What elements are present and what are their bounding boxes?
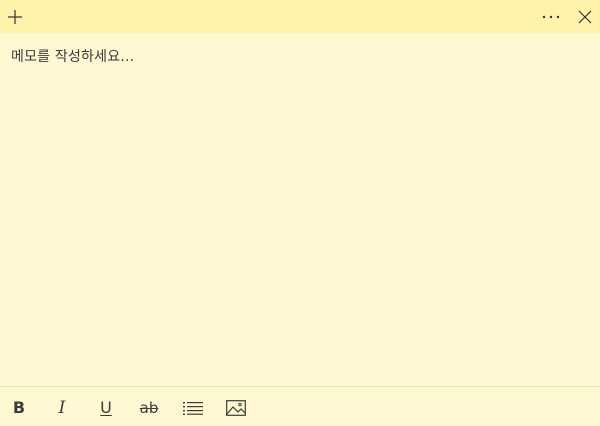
plus-icon xyxy=(8,9,22,24)
close-button[interactable] xyxy=(570,0,600,33)
bulleted-list-button[interactable] xyxy=(178,393,208,423)
bold-button[interactable]: B xyxy=(4,393,34,423)
title-bar xyxy=(0,0,600,33)
image-icon xyxy=(226,400,246,416)
formatting-toolbar: B I U ab xyxy=(0,386,600,426)
sticky-note-window: 메모를 작성하세요... B I U ab xyxy=(0,0,600,426)
strikethrough-icon: ab xyxy=(139,398,159,417)
underline-icon: U xyxy=(100,398,112,417)
bold-icon: B xyxy=(12,398,26,417)
insert-image-button[interactable] xyxy=(221,393,251,423)
underline-button[interactable]: U xyxy=(91,393,121,423)
more-options-button[interactable] xyxy=(536,0,566,33)
strikethrough-button[interactable]: ab xyxy=(134,393,164,423)
more-icon xyxy=(542,15,560,18)
italic-button[interactable]: I xyxy=(47,393,77,423)
note-placeholder: 메모를 작성하세요... xyxy=(11,49,135,65)
italic-icon: I xyxy=(58,397,66,418)
bulleted-list-icon xyxy=(183,402,203,415)
close-icon xyxy=(578,10,592,23)
new-note-button[interactable] xyxy=(0,0,30,33)
note-editor[interactable]: 메모를 작성하세요... xyxy=(0,33,600,386)
